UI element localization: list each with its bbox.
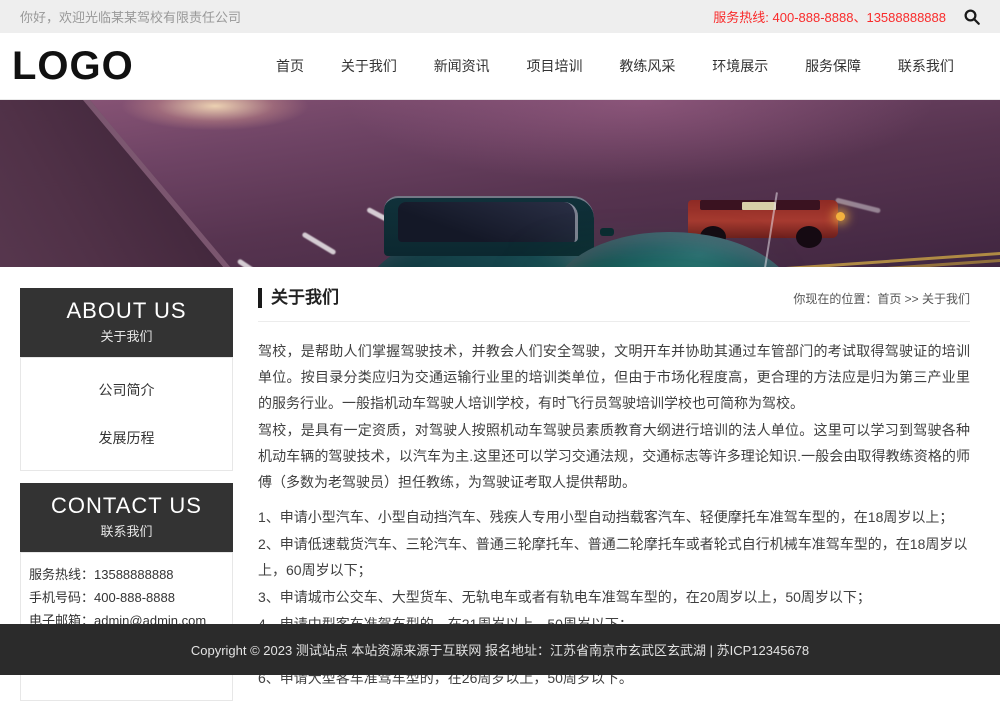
nav-item-service[interactable]: 服务保障 (805, 56, 861, 76)
classic-car-mirror (600, 228, 614, 236)
lane-marking (237, 258, 270, 267)
nav-item-home[interactable]: 首页 (276, 56, 304, 76)
about-us-title-en: ABOUT US (20, 298, 233, 324)
nav-item-coaches[interactable]: 教练风采 (619, 56, 675, 76)
list-item: 3、申请城市公交车、大型货车、无轨电车或者有轨电车准驾车型的，在20周岁以上，5… (258, 584, 970, 610)
contact-phone: 手机号码：400-888-8888 (29, 586, 224, 609)
sidebar-item-development-history[interactable]: 发展历程 (21, 414, 232, 462)
about-us-title-cn: 关于我们 (20, 326, 233, 345)
lane-marking (835, 198, 881, 214)
copyright-text: Copyright © 2023 测试站点 本站资源来源于互联网 报名地址：江苏… (191, 640, 809, 659)
list-item: 2、申请低速载货汽车、三轮汽车、普通三轮摩托车、普通二轮摩托车或者轮式自行机械车… (258, 531, 970, 583)
article-paragraph: 驾校，是帮助人们掌握驾驶技术，并教会人们安全驾驶，文明开车并协助其通过车管部门的… (258, 338, 970, 416)
content-header: 关于我们 你现在的位置：首页 >> 关于我们 (258, 288, 970, 322)
sidebar: ABOUT US 关于我们 公司简介 发展历程 CONTACT US 联系我们 … (20, 288, 233, 624)
red-truck-wheel (796, 226, 822, 248)
nav-item-about[interactable]: 关于我们 (341, 56, 397, 76)
red-truck-light (836, 212, 845, 221)
classic-car-windshield (398, 202, 578, 242)
topbar-right: 服务热线: 400-888-8888、13588888888 (713, 7, 982, 27)
hero-image (0, 100, 1000, 267)
hotline-text: 服务热线: 400-888-8888、13588888888 (713, 7, 946, 26)
content-area: 关于我们 你现在的位置：首页 >> 关于我们 驾校，是帮助人们掌握驾驶技术，并教… (258, 288, 970, 624)
welcome-text: 你好，欢迎光临某某驾校有限责任公司 (20, 7, 241, 26)
nav-item-contact[interactable]: 联系我们 (898, 56, 954, 76)
nav-item-environment[interactable]: 环境展示 (712, 56, 768, 76)
topbar: 你好，欢迎光临某某驾校有限责任公司 服务热线: 400-888-8888、135… (0, 0, 1000, 33)
page-title: 关于我们 (258, 288, 339, 308)
site-footer: Copyright © 2023 测试站点 本站资源来源于互联网 报名地址：江苏… (0, 624, 1000, 675)
red-truck-plate (742, 202, 776, 210)
article-paragraph: 驾校，是具有一定资质，对驾驶人按照机动车驾驶员素质教育大纲进行培训的法人单位。这… (258, 417, 970, 495)
breadcrumb[interactable]: 你现在的位置：首页 >> 关于我们 (793, 290, 970, 307)
nav-item-news[interactable]: 新闻资讯 (434, 56, 490, 76)
lane-marking (301, 232, 336, 256)
contact-us-title-en: CONTACT US (20, 493, 233, 519)
contact-us-title-cn: 联系我们 (20, 521, 233, 540)
contact-service-hotline: 服务热线：13588888888 (29, 563, 224, 586)
nav-item-training[interactable]: 项目培训 (527, 56, 583, 76)
main-nav: 首页 关于我们 新闻资讯 项目培训 教练风采 环境展示 服务保障 联系我们 (276, 56, 954, 76)
road-center-line (756, 251, 1000, 267)
site-logo: LOGO (12, 46, 134, 86)
contact-us-header: CONTACT US 联系我们 (20, 483, 233, 552)
sidebar-item-company-profile[interactable]: 公司简介 (21, 366, 232, 414)
hero-sidewalk (0, 100, 275, 267)
site-header: LOGO 首页 关于我们 新闻资讯 项目培训 教练风采 环境展示 服务保障 联系… (0, 33, 1000, 100)
about-menu: 公司简介 发展历程 (20, 357, 233, 471)
search-icon[interactable] (962, 7, 982, 27)
list-item: 1、申请小型汽车、小型自动挡汽车、残疾人专用小型自动挡载客汽车、轻便摩托车准驾车… (258, 504, 970, 530)
about-us-header: ABOUT US 关于我们 (20, 288, 233, 357)
main-section: ABOUT US 关于我们 公司简介 发展历程 CONTACT US 联系我们 … (0, 267, 1000, 624)
